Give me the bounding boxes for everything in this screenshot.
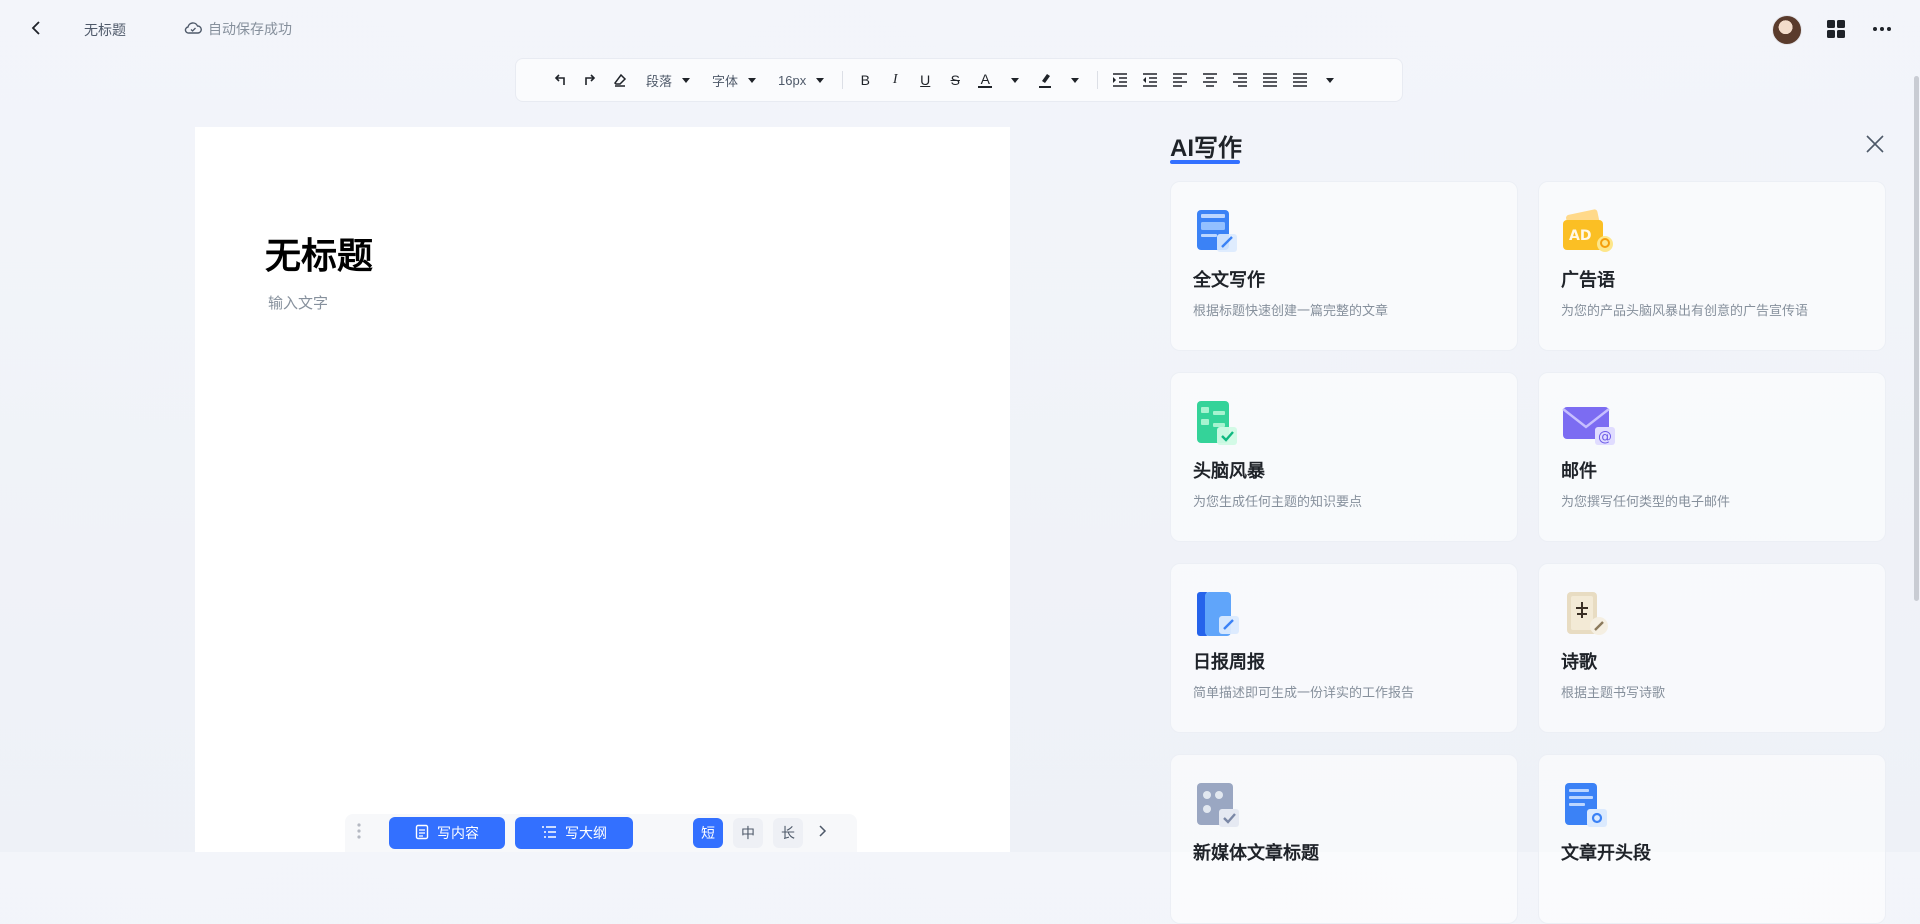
card-title: 广告语 [1561,270,1615,290]
card-description: 为您生成任何主题的知识要点 [1193,494,1363,509]
paragraph-select-value: 段落 [646,73,673,89]
font-color-dropdown[interactable] [1001,66,1029,94]
ai-panel-title: AI写作 [1170,135,1242,162]
font-select-value: 字体 [712,73,739,89]
avatar[interactable] [1772,15,1802,45]
ai-card-full-article[interactable]: 全文写作 根据标题快速创建一篇完整的文章 [1170,181,1518,351]
poem-icon [1561,588,1611,638]
svg-text:AD: AD [1569,228,1591,244]
drag-handle-icon[interactable] [357,822,371,844]
chevron-down-icon [1011,77,1020,83]
write-outline-label: 写大纲 [565,825,607,841]
align-center-icon[interactable] [1196,66,1224,94]
card-description: 为您撰写任何类型的电子邮件 [1561,494,1731,509]
indent-increase-icon[interactable] [1106,66,1134,94]
toolbar-divider [842,71,844,89]
card-description: 根据标题快速创建一篇完整的文章 [1193,303,1389,318]
ai-card-daily-weekly-report[interactable]: 日报周报 简单描述即可生成一份详实的工作报告 [1170,563,1518,733]
media-title-icon [1193,779,1243,829]
document-write-icon [1193,206,1243,256]
back-icon[interactable] [24,16,48,40]
length-medium-button[interactable]: 中 [733,818,763,848]
document-heading[interactable]: 无标题 [265,227,373,279]
write-content-button[interactable]: 写内容 [389,817,505,849]
panel-scrollbar[interactable] [1914,76,1919,601]
line-spacing-dropdown[interactable] [1316,66,1344,94]
ai-card-media-title[interactable]: 新媒体文章标题 [1170,754,1518,924]
format-toolbar: 段落 字体 16px B I U S A [515,58,1403,102]
document-icon [415,824,429,843]
length-short-button[interactable]: 短 [693,818,723,848]
chevron-right-icon[interactable] [817,824,827,843]
redo-icon[interactable] [576,66,604,94]
top-bar: 无标题 自动保存成功 [0,0,1920,58]
report-icon [1193,588,1243,638]
font-color-button[interactable]: A [971,66,999,94]
ai-card-poem[interactable]: 诗歌 根据主题书写诗歌 [1538,563,1886,733]
article-opening-icon [1561,779,1611,829]
chevron-down-icon [682,77,691,83]
mail-icon: @ [1561,397,1615,447]
italic-button[interactable]: I [881,66,909,94]
body-placeholder[interactable]: 输入文字 [268,292,328,313]
save-status-text: 自动保存成功 [208,21,292,37]
indent-decrease-icon[interactable] [1136,66,1164,94]
write-content-label: 写内容 [437,825,479,841]
align-right-icon[interactable] [1226,66,1254,94]
card-title: 新媒体文章标题 [1193,843,1319,863]
line-spacing-icon[interactable] [1286,66,1314,94]
apps-grid-icon[interactable] [1824,17,1848,41]
font-size-value: 16px [778,72,807,88]
editor-page[interactable]: 无标题 输入文字 写内容 写大纲 短 中 长 [195,127,1010,852]
clear-format-icon[interactable] [606,66,634,94]
card-title: 文章开头段 [1561,843,1651,863]
ad-icon: AD [1561,206,1613,256]
highlight-icon[interactable] [1031,66,1059,94]
list-icon [541,825,557,842]
chevron-down-icon [1071,77,1080,83]
chevron-down-icon [1326,77,1335,83]
close-icon[interactable] [1862,131,1888,157]
font-select[interactable]: 字体 [702,66,766,94]
card-title: 邮件 [1561,461,1597,481]
svg-text:@: @ [1598,429,1612,445]
ai-card-article-opening[interactable]: 文章开头段 [1538,754,1886,924]
ai-card-ad-slogan[interactable]: AD 广告语 为您的产品头脑风暴出有创意的广告宣传语 [1538,181,1886,351]
brainstorm-icon [1193,397,1243,447]
undo-icon[interactable] [546,66,574,94]
align-justify-icon[interactable] [1256,66,1284,94]
toolbar-divider [1097,71,1099,89]
ai-panel-title-underline [1170,160,1240,164]
underline-button[interactable]: U [911,66,939,94]
strikethrough-button[interactable]: S [941,66,969,94]
ai-card-email[interactable]: @ 邮件 为您撰写任何类型的电子邮件 [1538,372,1886,542]
write-outline-button[interactable]: 写大纲 [515,817,633,849]
document-title-label[interactable]: 无标题 [84,20,126,40]
more-icon[interactable] [1870,17,1894,41]
bold-button[interactable]: B [851,66,879,94]
highlight-dropdown[interactable] [1061,66,1089,94]
cloud-icon [184,21,202,38]
paragraph-select[interactable]: 段落 [636,66,700,94]
card-title: 全文写作 [1193,270,1265,290]
length-long-button[interactable]: 长 [773,818,803,848]
card-title: 日报周报 [1193,652,1265,672]
card-description: 简单描述即可生成一份详实的工作报告 [1193,685,1415,700]
card-description: 根据主题书写诗歌 [1561,685,1666,700]
font-size-select[interactable]: 16px [768,66,834,94]
save-status: 自动保存成功 [184,19,292,39]
ai-card-brainstorm[interactable]: 头脑风暴 为您生成任何主题的知识要点 [1170,372,1518,542]
align-left-icon[interactable] [1166,66,1194,94]
card-title: 诗歌 [1561,652,1597,672]
ai-quick-bar: 写内容 写大纲 短 中 长 [345,814,857,852]
chevron-down-icon [748,77,757,83]
font-color-letter: A [980,71,990,87]
chevron-down-icon [816,77,825,83]
card-title: 头脑风暴 [1193,461,1265,481]
card-description: 为您的产品头脑风暴出有创意的广告宣传语 [1561,303,1809,318]
font-color-bar [978,86,993,88]
